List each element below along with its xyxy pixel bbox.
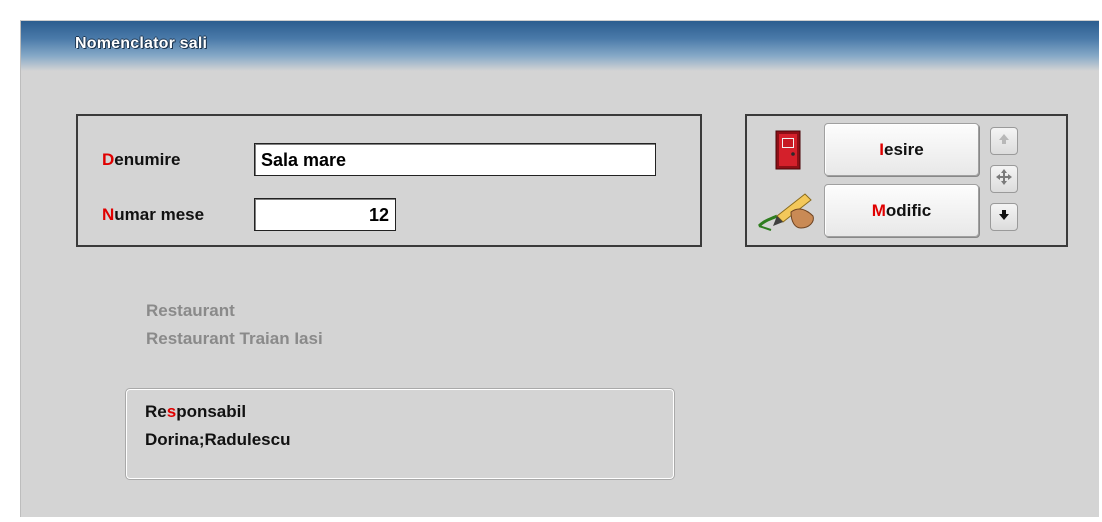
restaurant-name: Restaurant Traian Iasi [146,329,323,348]
form-panel: Denumire Sala mare Numar mese 12 [76,114,702,247]
modific-button[interactable]: Modific [824,184,979,237]
scroll-up-button[interactable] [990,127,1018,155]
move-icon [995,168,1013,191]
move-button[interactable] [990,165,1018,193]
scroll-down-button[interactable] [990,203,1018,231]
iesire-button[interactable]: Iesire [824,123,979,176]
numar-mese-field[interactable]: 12 [254,198,396,231]
title-bar: Nomenclator sali [21,21,1099,71]
restaurant-label: Restaurant [146,301,235,320]
numar-mese-label: Numar mese [102,205,205,224]
denumire-label: Denumire [102,150,181,169]
responsabil-label: Responsabil [145,402,247,421]
app-window: Nomenclator sali Denumire Sala mare Numa… [20,20,1099,517]
arrow-down-icon [997,208,1011,227]
edit-pen-icon [755,186,819,237]
responsabil-value[interactable]: Dorina;Radulescu [145,430,290,450]
arrow-up-icon [997,132,1011,151]
denumire-field[interactable]: Sala mare [254,143,656,176]
actions-panel: Iesire Modific [745,114,1068,247]
responsabil-panel: Responsabil Dorina;Radulescu [126,389,674,479]
exit-door-icon [775,130,801,175]
window-title: Nomenclator sali [75,35,208,52]
